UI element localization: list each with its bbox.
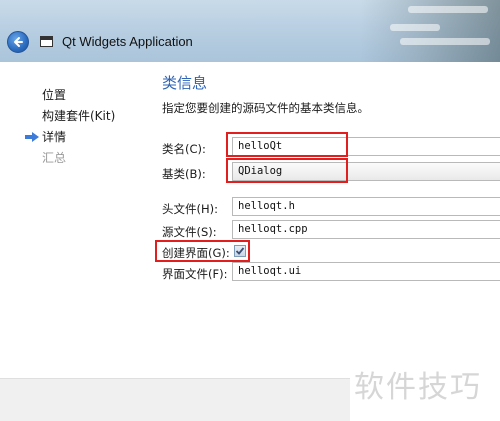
highlight-base-class <box>226 158 348 183</box>
back-button[interactable] <box>7 31 29 53</box>
header-file-label: 头文件(H): <box>162 202 218 216</box>
app-window-icon <box>40 36 53 47</box>
form-file-label: 界面文件(F): <box>162 267 228 281</box>
arrow-left-icon <box>14 37 23 47</box>
source-file-label: 源文件(S): <box>162 225 217 239</box>
background-window-glass <box>360 0 500 62</box>
page-title: 类信息 <box>162 74 208 92</box>
window-title: Qt Widgets Application <box>62 34 193 49</box>
watermark-text: 软件技巧 <box>354 370 482 405</box>
current-step-arrow-icon <box>25 132 39 142</box>
step-kit: 构建套件(Kit) <box>42 109 116 123</box>
wizard-content: 位置 构建套件(Kit) 详情 汇总 类信息 指定您要创建的源码文件的基本类信息… <box>0 62 500 378</box>
step-summary: 汇总 <box>42 151 67 165</box>
step-location: 位置 <box>42 88 67 102</box>
highlight-generate-form <box>155 240 250 262</box>
title-bar: Qt Widgets Application <box>0 0 500 62</box>
wizard-steps: 位置 构建套件(Kit) 详情 汇总 <box>0 62 148 378</box>
page-description: 指定您要创建的源码文件的基本类信息。 <box>162 101 369 115</box>
step-details: 详情 <box>42 130 67 144</box>
highlight-class-name <box>226 132 348 157</box>
source-file-input[interactable]: helloqt.cpp <box>232 220 500 239</box>
class-name-label: 类名(C): <box>162 142 206 156</box>
form-file-input[interactable]: helloqt.ui <box>232 262 500 281</box>
base-class-label: 基类(B): <box>162 167 206 181</box>
header-file-input[interactable]: helloqt.h <box>232 197 500 216</box>
